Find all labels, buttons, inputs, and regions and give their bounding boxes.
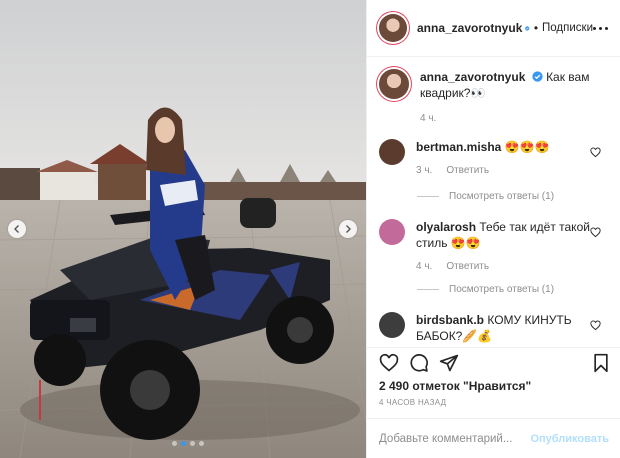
heart-icon[interactable] bbox=[379, 353, 399, 373]
paper-plane-icon[interactable] bbox=[439, 353, 459, 373]
post-side-panel: anna_zavorotnyuk • Подписки anna_zavorot… bbox=[366, 0, 620, 458]
carousel-indicator bbox=[172, 441, 204, 446]
chevron-right-icon bbox=[346, 225, 351, 233]
caption-username[interactable]: anna_zavorotnyuk bbox=[420, 70, 525, 84]
chevron-left-icon bbox=[14, 225, 19, 233]
comment-input[interactable] bbox=[379, 432, 529, 445]
previous-slide-button[interactable] bbox=[8, 220, 26, 238]
bookmark-icon[interactable] bbox=[591, 353, 611, 373]
replies-divider bbox=[417, 196, 439, 197]
post-actions-bar bbox=[367, 347, 620, 377]
carousel-dot bbox=[172, 441, 177, 446]
comment-item: bertman.misha 😍😍😍 3 ч. Ответить bbox=[379, 139, 609, 179]
following-button[interactable]: Подписки bbox=[542, 22, 593, 34]
post-timestamp: 4 ЧАСОВ НАЗАД bbox=[379, 398, 447, 407]
carousel-dot bbox=[190, 441, 195, 446]
caption-time: 4 ч. bbox=[420, 113, 437, 124]
heart-icon[interactable] bbox=[590, 320, 601, 331]
carousel-dot bbox=[199, 441, 204, 446]
likes-count[interactable]: 2 490 отметок "Нравится" bbox=[379, 379, 531, 393]
comment-item: olyalarosh Тебе так идёт такой стиль 😍😍 … bbox=[379, 219, 609, 275]
heart-icon[interactable] bbox=[590, 147, 601, 158]
verified-badge-icon bbox=[525, 25, 530, 31]
view-replies-label: Посмотреть ответы (1) bbox=[449, 284, 555, 295]
add-comment-bar: Опубликовать bbox=[367, 418, 620, 458]
carousel-dot bbox=[181, 441, 186, 446]
caption-avatar[interactable] bbox=[379, 69, 409, 99]
commenter-username[interactable]: birdsbank.b bbox=[416, 313, 484, 327]
replies-divider bbox=[417, 289, 439, 290]
more-dots-icon[interactable] bbox=[593, 26, 608, 30]
view-replies-button[interactable]: Посмотреть ответы (1) bbox=[417, 191, 554, 202]
view-replies-button[interactable]: Посмотреть ответы (1) bbox=[417, 284, 554, 295]
commenter-avatar[interactable] bbox=[379, 219, 405, 245]
publish-button[interactable]: Опубликовать bbox=[530, 433, 609, 445]
author-avatar[interactable] bbox=[379, 14, 407, 42]
comment-item: birdsbank.b КОМУ КИНУТЬ БАБОК?🥖💰 bbox=[379, 312, 609, 344]
comment-time: 3 ч. bbox=[416, 165, 433, 176]
reply-button[interactable]: Ответить bbox=[446, 163, 489, 179]
comment-text: 😍😍😍 bbox=[504, 140, 550, 154]
commenter-avatar[interactable] bbox=[379, 312, 405, 338]
commenter-avatar[interactable] bbox=[379, 139, 405, 165]
commenter-username[interactable]: olyalarosh bbox=[416, 220, 476, 234]
commenter-username[interactable]: bertman.misha bbox=[416, 140, 501, 154]
comment-icon[interactable] bbox=[409, 353, 429, 373]
comment-time: 4 ч. bbox=[416, 261, 433, 272]
post-photo[interactable] bbox=[0, 0, 366, 458]
verified-badge-icon bbox=[532, 71, 543, 82]
header-separator: • bbox=[533, 21, 539, 35]
view-replies-label: Посмотреть ответы (1) bbox=[449, 191, 555, 202]
atv-photo-scene bbox=[0, 0, 366, 458]
post-caption: anna_zavorotnyuk Как вам квадрик?👀 4 ч. bbox=[379, 69, 609, 127]
author-username[interactable]: anna_zavorotnyuk bbox=[417, 21, 522, 35]
post-header: anna_zavorotnyuk • Подписки bbox=[367, 0, 620, 57]
reply-button[interactable]: Ответить bbox=[446, 259, 489, 275]
comments-list: anna_zavorotnyuk Как вам квадрик?👀 4 ч. … bbox=[367, 57, 620, 347]
next-slide-button[interactable] bbox=[339, 220, 357, 238]
heart-icon[interactable] bbox=[590, 227, 601, 238]
